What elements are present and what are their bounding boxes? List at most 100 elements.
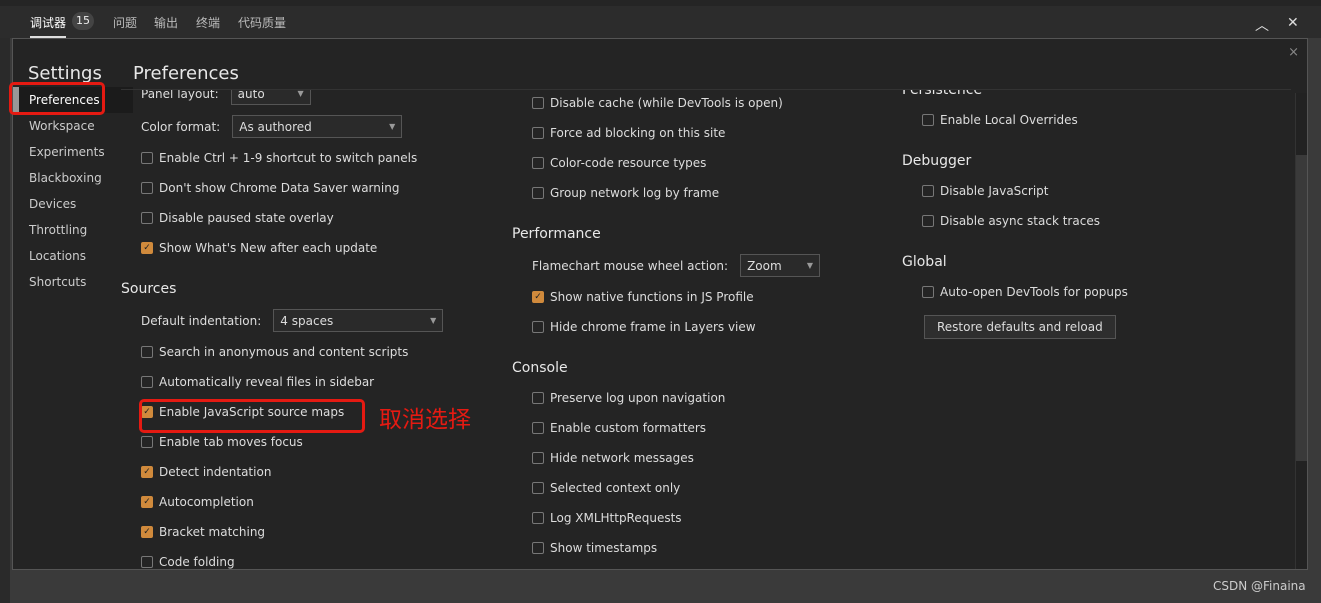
- tab-terminal[interactable]: 终端: [196, 14, 220, 31]
- sidebar-item-shortcuts[interactable]: Shortcuts: [13, 269, 133, 295]
- chevron-down-icon: ▼: [430, 316, 437, 325]
- setting-label: Show What's New after each update: [159, 241, 378, 255]
- chevron-up-icon[interactable]: ︿: [1255, 15, 1269, 35]
- settings-title: Settings: [28, 63, 102, 84]
- checkbox[interactable]: [532, 512, 544, 524]
- checkbox[interactable]: [141, 376, 153, 388]
- setting-show-what-s-new-after-each-update[interactable]: ✓ Show What's New after each update: [121, 233, 501, 263]
- setting-enable-local-overrides[interactable]: Enable Local Overrides: [902, 105, 1282, 135]
- scrollbar-thumb[interactable]: [1296, 155, 1307, 461]
- settings-sidebar: Preferences Workspace Experiments Blackboxi…: [13, 87, 133, 295]
- checkbox[interactable]: [532, 127, 544, 139]
- checkbox[interactable]: [141, 556, 153, 568]
- setting-disable-cache-while-devtools-is-open[interactable]: Disable cache (while DevTools is open): [512, 90, 892, 118]
- setting-color-code-resource-types[interactable]: Color-code resource types: [512, 148, 892, 178]
- checkbox[interactable]: [532, 542, 544, 554]
- select-value: 4 spaces: [280, 313, 334, 328]
- setting-automatically-reveal-files-in-sidebar[interactable]: Automatically reveal files in sidebar: [121, 367, 501, 397]
- settings-dialog: × Settings Preferences Preferences Worksp…: [12, 38, 1308, 570]
- checkbox[interactable]: [532, 187, 544, 199]
- setting-enable-ctrl-1-9-shortcut-to-switch-panels[interactable]: Enable Ctrl + 1-9 shortcut to switch pan…: [121, 143, 501, 173]
- tab-code-quality[interactable]: 代码质量: [238, 14, 286, 31]
- setting-label: Disable paused state overlay: [159, 211, 334, 225]
- setting-disable-async-stack-traces[interactable]: Disable async stack traces: [902, 206, 1282, 236]
- panel-tabbar: 调试器 15 问题 输出 终端 代码质量 ︿ ✕: [0, 0, 1321, 38]
- checkbox[interactable]: ✓: [141, 242, 153, 254]
- select-label: Panel layout:: [141, 89, 219, 101]
- checkbox[interactable]: [532, 482, 544, 494]
- tab-output[interactable]: 输出: [154, 14, 178, 31]
- checkbox[interactable]: [532, 321, 544, 333]
- checkbox[interactable]: [141, 152, 153, 164]
- sidebar-item-workspace[interactable]: Workspace: [13, 113, 133, 139]
- setting-label: Enable tab moves focus: [159, 435, 303, 449]
- sidebar-item-locations[interactable]: Locations: [13, 243, 133, 269]
- setting-show-native-functions-in-js-profile[interactable]: ✓ Show native functions in JS Profile: [512, 282, 892, 312]
- checkbox[interactable]: [922, 215, 934, 227]
- setting-code-folding[interactable]: Code folding: [121, 547, 501, 571]
- sidebar-item-throttling[interactable]: Throttling: [13, 217, 133, 243]
- scrollbar[interactable]: [1295, 93, 1307, 569]
- select-dropdown[interactable]: auto ▼: [230, 90, 311, 105]
- checkbox[interactable]: [922, 286, 934, 298]
- select-dropdown[interactable]: 4 spaces ▼: [273, 309, 444, 332]
- checkbox[interactable]: ✓: [141, 526, 153, 538]
- checkbox[interactable]: [141, 436, 153, 448]
- setting-label: Show native functions in JS Profile: [550, 290, 754, 304]
- checkbox[interactable]: [532, 97, 544, 109]
- close-icon[interactable]: ×: [1288, 45, 1299, 60]
- settings-column-2: Disable cache (while DevTools is open) Fo…: [512, 90, 892, 571]
- setting-label: Preserve log upon navigation: [550, 391, 726, 405]
- setting-label: Color-code resource types: [550, 156, 707, 170]
- sidebar-item-blackboxing[interactable]: Blackboxing: [13, 165, 133, 191]
- checkbox[interactable]: ✓: [141, 466, 153, 478]
- checkbox[interactable]: [141, 182, 153, 194]
- setting-force-ad-blocking-on-this-site[interactable]: Force ad blocking on this site: [512, 118, 892, 148]
- setting-item[interactable]: ✓: [512, 563, 892, 571]
- setting-bracket-matching[interactable]: ✓ Bracket matching: [121, 517, 501, 547]
- setting-log-xmlhttprequests[interactable]: Log XMLHttpRequests: [512, 503, 892, 533]
- setting-enable-custom-formatters[interactable]: Enable custom formatters: [512, 413, 892, 443]
- tab-debugger[interactable]: 调试器: [30, 14, 67, 38]
- checkbox[interactable]: ✓: [141, 496, 153, 508]
- tab-problems[interactable]: 问题: [113, 14, 137, 31]
- select-value: As authored: [239, 119, 312, 134]
- setting-selected-context-only[interactable]: Selected context only: [512, 473, 892, 503]
- setting-hide-network-messages[interactable]: Hide network messages: [512, 443, 892, 473]
- setting-don-t-show-chrome-data-saver-warning[interactable]: Don't show Chrome Data Saver warning: [121, 173, 501, 203]
- setting-label: Enable Local Overrides: [940, 113, 1078, 127]
- select-dropdown[interactable]: As authored ▼: [232, 115, 403, 138]
- checkbox[interactable]: [532, 422, 544, 434]
- checkbox[interactable]: [141, 346, 153, 358]
- setting-group-network-log-by-frame[interactable]: Group network log by frame: [512, 178, 892, 208]
- checkbox[interactable]: [532, 392, 544, 404]
- setting-label: Show timestamps: [550, 541, 658, 555]
- setting-show-timestamps[interactable]: Show timestamps: [512, 533, 892, 563]
- restore-defaults-button[interactable]: Restore defaults and reload: [924, 315, 1116, 339]
- select-dropdown[interactable]: Zoom ▼: [740, 254, 821, 277]
- checkbox[interactable]: [141, 212, 153, 224]
- setting-preserve-log-upon-navigation[interactable]: Preserve log upon navigation: [512, 383, 892, 413]
- page-title: Preferences: [133, 63, 239, 84]
- checkbox[interactable]: [532, 452, 544, 464]
- checkbox[interactable]: [532, 157, 544, 169]
- setting-auto-open-devtools-for-popups[interactable]: Auto-open DevTools for popups: [902, 277, 1282, 307]
- checkbox[interactable]: ✓: [532, 291, 544, 303]
- setting-label: Disable JavaScript: [940, 184, 1049, 198]
- setting-disable-javascript[interactable]: Disable JavaScript: [902, 176, 1282, 206]
- setting-detect-indentation[interactable]: ✓ Detect indentation: [121, 457, 501, 487]
- setting-disable-paused-state-overlay[interactable]: Disable paused state overlay: [121, 203, 501, 233]
- setting-label: Enable custom formatters: [550, 421, 707, 435]
- settings-column-1: Panel layout: auto ▼ Color format: As author…: [121, 89, 501, 571]
- setting-label: Search in anonymous and content scripts: [159, 345, 409, 359]
- highlight-box-preferences: [9, 82, 105, 115]
- setting-autocompletion[interactable]: ✓ Autocompletion: [121, 487, 501, 517]
- checkbox[interactable]: [922, 114, 934, 126]
- setting-search-in-anonymous-and-content-scripts[interactable]: Search in anonymous and content scripts: [121, 337, 501, 367]
- close-icon[interactable]: ✕: [1287, 15, 1299, 31]
- sidebar-item-devices[interactable]: Devices: [13, 191, 133, 217]
- setting-hide-chrome-frame-in-layers-view[interactable]: Hide chrome frame in Layers view: [512, 312, 892, 342]
- sidebar-item-experiments[interactable]: Experiments: [13, 139, 133, 165]
- checkbox[interactable]: [922, 185, 934, 197]
- settings-content: Panel layout: auto ▼ Color format: As author…: [121, 89, 1291, 571]
